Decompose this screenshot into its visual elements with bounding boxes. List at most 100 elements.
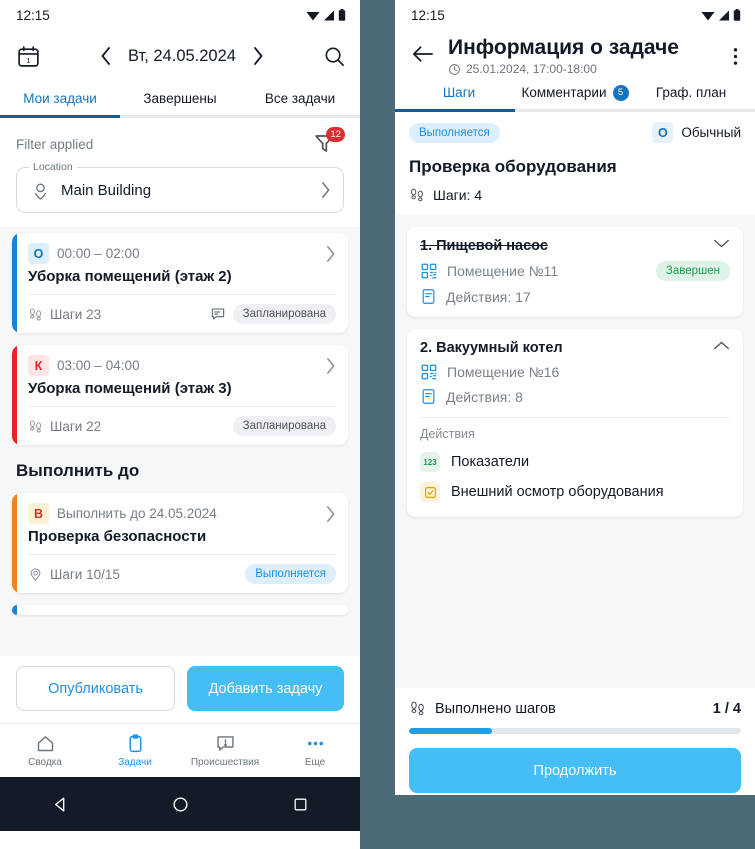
chevron-right-icon <box>320 181 331 199</box>
nav-label: Еще <box>304 757 326 768</box>
chevron-up-icon[interactable] <box>713 340 730 351</box>
checkbox-icon <box>420 482 440 503</box>
step-actions-count: Действия: 17 <box>446 288 531 305</box>
prev-day-button[interactable] <box>90 46 122 66</box>
tab-graph-plan[interactable]: Граф. план <box>633 76 749 109</box>
step-room: Помещение №11 <box>447 263 559 280</box>
nav-label: Сводка <box>28 757 62 768</box>
chevron-right-icon[interactable] <box>325 357 336 375</box>
nav-item-summary[interactable]: Сводка <box>0 724 90 777</box>
right-status-bar: 12:15 <box>395 0 755 30</box>
qr-code-icon <box>420 363 438 381</box>
home-circle-icon[interactable] <box>171 795 190 814</box>
tab-steps[interactable]: Шаги <box>401 76 517 109</box>
back-triangle-icon[interactable] <box>51 795 70 814</box>
clock-icon <box>448 63 461 76</box>
footsteps-icon <box>28 307 43 322</box>
page-title: Информация о задаче <box>448 36 679 59</box>
steps-progress: Выполнено шагов 1 / 4 <box>395 688 755 735</box>
more-vertical-icon[interactable] <box>728 34 743 67</box>
current-date-label: Вт, 24.05.2024 <box>128 46 236 65</box>
nav-item-tasks[interactable]: Задачи <box>90 724 180 777</box>
chevron-down-icon[interactable] <box>713 238 730 249</box>
add-task-button[interactable]: Добавить задачу <box>187 666 344 711</box>
filter-icon[interactable]: 12 <box>312 127 345 157</box>
status-time: 12:15 <box>411 7 445 23</box>
continue-button[interactable]: Продолжить <box>409 748 741 794</box>
task-schedule: 25.01.2024, 17:00-18:00 <box>448 62 720 76</box>
comment-icon <box>210 306 226 322</box>
next-day-button[interactable] <box>242 46 274 66</box>
task-schedule-text: 25.01.2024, 17:00-18:00 <box>466 62 597 77</box>
tab-completed[interactable]: Завершены <box>120 82 240 115</box>
left-phone-screen: 12:15 1 Вт, 24.05.2024 Мои задачи Заверш… <box>0 0 360 849</box>
nav-label: Происшествия <box>190 757 260 768</box>
recents-square-icon[interactable] <box>292 796 309 813</box>
task-steps-count: Шаги: 4 <box>433 187 483 204</box>
numbers-123-icon: 123 <box>420 452 440 473</box>
footsteps-icon <box>28 419 43 434</box>
left-android-nav-bar <box>0 777 360 831</box>
step-room: Помещение №16 <box>447 364 560 381</box>
task-steps: Шаги 22 <box>50 418 102 434</box>
map-pin-icon <box>28 567 43 582</box>
task-card[interactable]: O 00:00 – 02:00 Уборка помещений (этаж 2… <box>12 233 348 333</box>
tab-comments[interactable]: Комментарии 5 <box>517 76 633 109</box>
tab-my-tasks[interactable]: Мои задачи <box>0 82 120 115</box>
bottom-navigation: Сводка Задачи Происшествия Еще <box>0 723 360 777</box>
step-actions-count: Действия: 8 <box>446 388 523 405</box>
task-summary-header: Выполняется O Обычный Проверка оборудова… <box>395 112 755 216</box>
signal-icon <box>323 10 335 21</box>
task-title: Проверка безопасности <box>28 528 207 545</box>
home-icon <box>35 733 56 754</box>
task-steps-summary: Шаги: 4 <box>409 187 741 203</box>
document-icon <box>420 288 437 305</box>
chevron-right-icon[interactable] <box>325 245 336 263</box>
left-action-buttons: Опубликовать Добавить задачу <box>0 656 360 723</box>
filter-count-badge: 12 <box>326 127 345 142</box>
task-card-partial[interactable] <box>12 605 348 615</box>
tab-all-tasks[interactable]: Все задачи <box>240 82 360 115</box>
chevron-right-icon[interactable] <box>325 505 336 523</box>
signal-icon <box>718 10 730 21</box>
step-status-pill: Завершен <box>655 261 730 282</box>
location-field[interactable]: Location Main Building <box>16 161 344 213</box>
action-item[interactable]: 123 Показатели <box>420 445 730 475</box>
task-priority: O Обычный <box>652 122 741 144</box>
footsteps-icon <box>409 187 425 203</box>
nav-item-incidents[interactable]: Происшествия <box>180 724 270 777</box>
progress-label: Выполнено шагов <box>435 700 556 717</box>
qr-code-icon <box>420 262 438 280</box>
action-item[interactable]: Внешний осмотр оборудования <box>420 475 730 505</box>
step-card[interactable]: 1. Пищевой насос Помещение №11 Завершен <box>407 227 743 318</box>
arrow-left-icon[interactable] <box>407 34 440 64</box>
status-icons <box>701 9 741 21</box>
task-card[interactable]: К 03:00 – 04:00 Уборка помещений (этаж 3… <box>12 345 348 445</box>
status-icons <box>306 9 346 21</box>
step-card[interactable]: 2. Вакуумный котел Помещение №16 Действи… <box>407 329 743 518</box>
task-time: 03:00 – 04:00 <box>57 358 140 373</box>
calendar-icon[interactable]: 1 <box>16 44 41 69</box>
right-content: Выполняется O Обычный Проверка оборудова… <box>395 112 755 689</box>
nav-item-more[interactable]: Еще <box>270 724 360 777</box>
priority-badge: O <box>652 122 674 144</box>
comments-count-badge: 5 <box>612 84 629 101</box>
filter-applied-label: Filter applied <box>16 136 94 152</box>
document-icon <box>420 388 437 405</box>
progress-count: 1 / 4 <box>712 700 741 717</box>
task-status-pill: Выполняется <box>245 564 336 584</box>
task-status-pill: Запланирована <box>232 416 336 436</box>
alert-message-icon <box>215 733 236 754</box>
right-phone-screen: 12:15 Информация о задаче 25.01.2024, 17… <box>395 0 755 795</box>
task-card[interactable]: В Выполнить до 24.05.2024 Проверка безоп… <box>12 493 348 593</box>
task-state-pill: Выполняется <box>409 122 500 143</box>
publish-button[interactable]: Опубликовать <box>16 666 175 711</box>
step-title: 1. Пищевой насос <box>420 238 548 255</box>
left-status-bar: 12:15 <box>0 0 360 30</box>
clipboard-icon <box>125 733 146 754</box>
location-legend: Location <box>29 161 77 173</box>
task-status-pill: Запланирована <box>232 304 336 324</box>
tab-label: Граф. план <box>655 85 727 101</box>
search-icon[interactable] <box>323 45 346 68</box>
task-type-badge: В <box>28 503 49 524</box>
